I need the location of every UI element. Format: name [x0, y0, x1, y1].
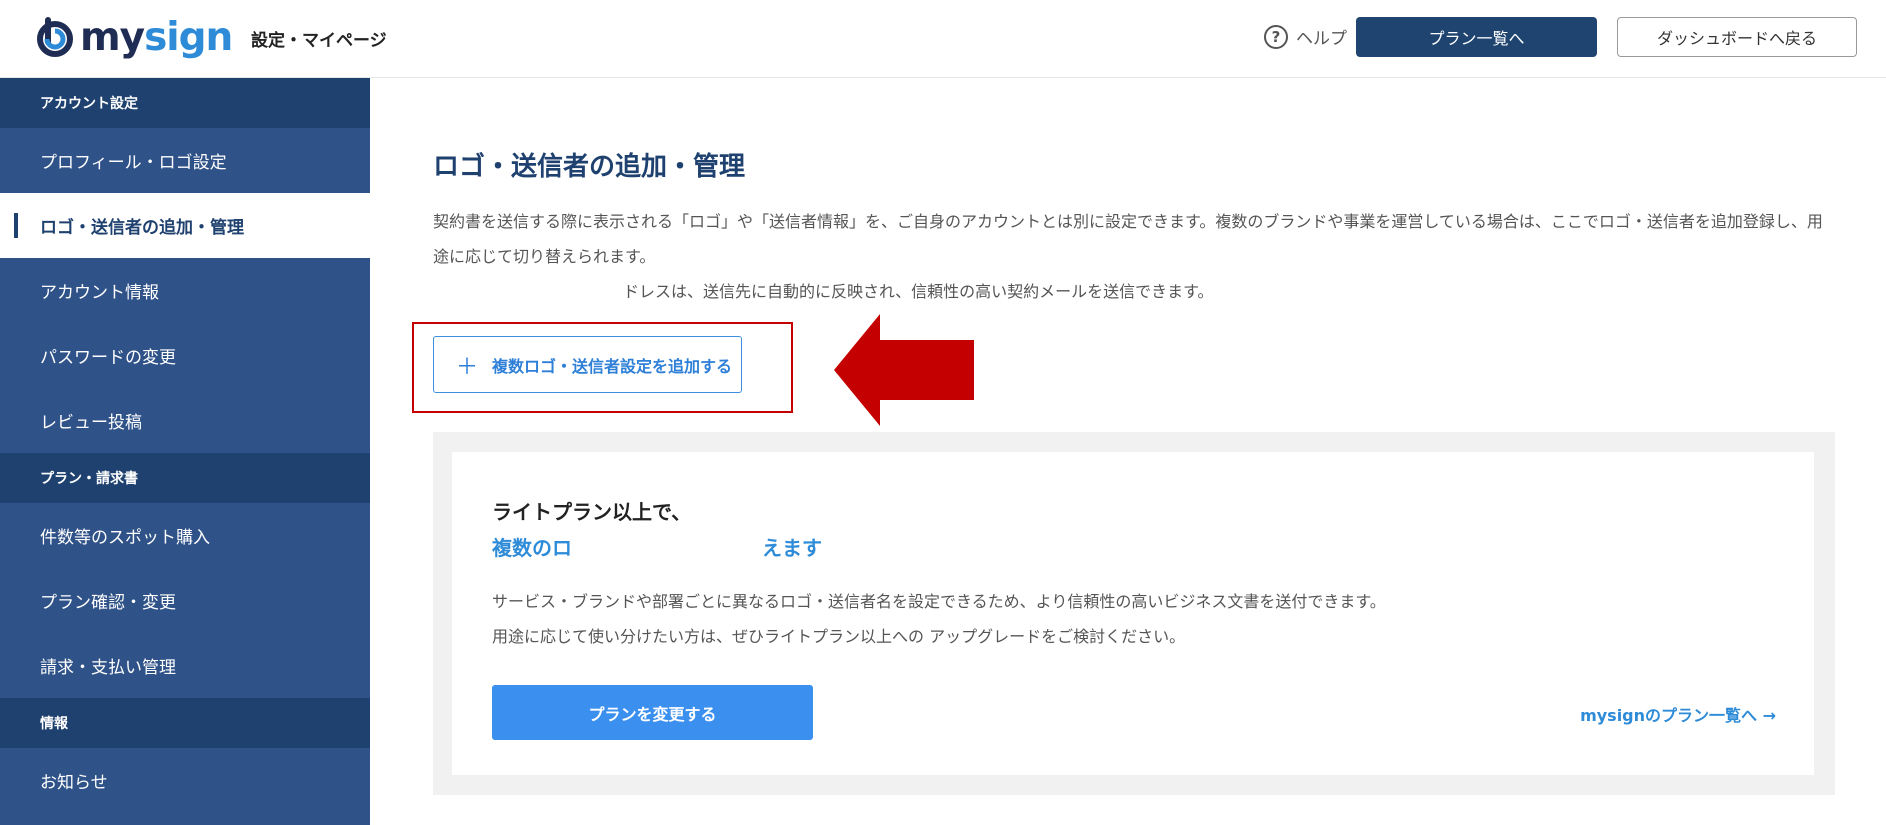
- arrow-left-icon: [834, 314, 974, 426]
- promo-title: ライトプラン以上で、: [492, 500, 692, 524]
- sidebar-item-profile-logo[interactable]: プロフィール・ロゴ設定: [0, 128, 370, 193]
- plan-list-link[interactable]: mysignのプラン一覧へ →: [1580, 702, 1776, 726]
- back-to-dashboard-button[interactable]: ダッシュボードへ戻る: [1617, 17, 1857, 57]
- sidebar-item-billing[interactable]: 請求・支払い管理: [0, 633, 370, 698]
- sidebar-item-review[interactable]: レビュー投稿: [0, 388, 370, 453]
- question-circle-icon: ?: [1264, 24, 1288, 49]
- sidebar-section-account: アカウント設定: [0, 78, 370, 128]
- upgrade-promo-card: ライトプラン以上で、 複数のロ えます サービス・ブランドや部署ごとに異なるロゴ・…: [452, 452, 1814, 775]
- sidebar-item-spot-purchase[interactable]: 件数等のスポット購入: [0, 503, 370, 568]
- sidebar-section-plan-billing: プラン・請求書: [0, 453, 370, 503]
- sidebar-item-password[interactable]: パスワードの変更: [0, 323, 370, 388]
- change-plan-button[interactable]: プランを変更する: [492, 685, 813, 740]
- sidebar: アカウント設定 プロフィール・ロゴ設定 ロゴ・送信者の追加・管理 アカウント情報…: [0, 78, 370, 825]
- help-link[interactable]: ? ヘルプ: [1264, 24, 1347, 49]
- plan-list-button[interactable]: プラン一覧へ: [1356, 17, 1597, 57]
- add-logo-sender-label: 複数ロゴ・送信者設定を追加する: [492, 356, 733, 376]
- help-label: ヘルプ: [1296, 29, 1347, 49]
- mysign-logo[interactable]: mysign: [34, 14, 233, 60]
- header: mysign 設定・マイページ ? ヘルプ プラン一覧へ ダッシュボードへ戻る: [0, 0, 1886, 78]
- sidebar-item-plan-change[interactable]: プラン確認・変更: [0, 568, 370, 633]
- mysign-logo-icon: [37, 17, 73, 57]
- plus-icon: ＋: [456, 354, 479, 380]
- sidebar-item-account-info[interactable]: アカウント情報: [0, 258, 370, 323]
- logo-text: mysign: [80, 14, 233, 60]
- header-subtitle: 設定・マイページ: [251, 31, 387, 51]
- page-description: 契約書を送信する際に表示される「ロゴ」や「送信者情報」を、ご自身のアカウントとは…: [433, 212, 1823, 266]
- sidebar-section-info: 情報: [0, 698, 370, 748]
- promo-text: サービス・ブランドや部署ごとに異なるロゴ・送信者名を設定できるため、より信頼性の…: [492, 592, 1386, 646]
- promo-subtitle: 複数のロ えます: [492, 536, 822, 560]
- add-logo-sender-button[interactable]: ＋ 複数ロゴ・送信者設定を追加する: [433, 336, 742, 393]
- sidebar-item-news[interactable]: お知らせ: [0, 748, 370, 813]
- upgrade-promo: ライトプラン以上で、 複数のロ えます サービス・ブランドや部署ごとに異なるロゴ・…: [433, 432, 1835, 795]
- page-title: ロゴ・送信者の追加・管理: [433, 152, 746, 182]
- sidebar-item-logo-sender[interactable]: ロゴ・送信者の追加・管理: [0, 193, 370, 258]
- page-description-secondary: ドレスは、送信先に自動的に反映され、信頼性の高い契約メールを送信できます。: [623, 282, 1214, 301]
